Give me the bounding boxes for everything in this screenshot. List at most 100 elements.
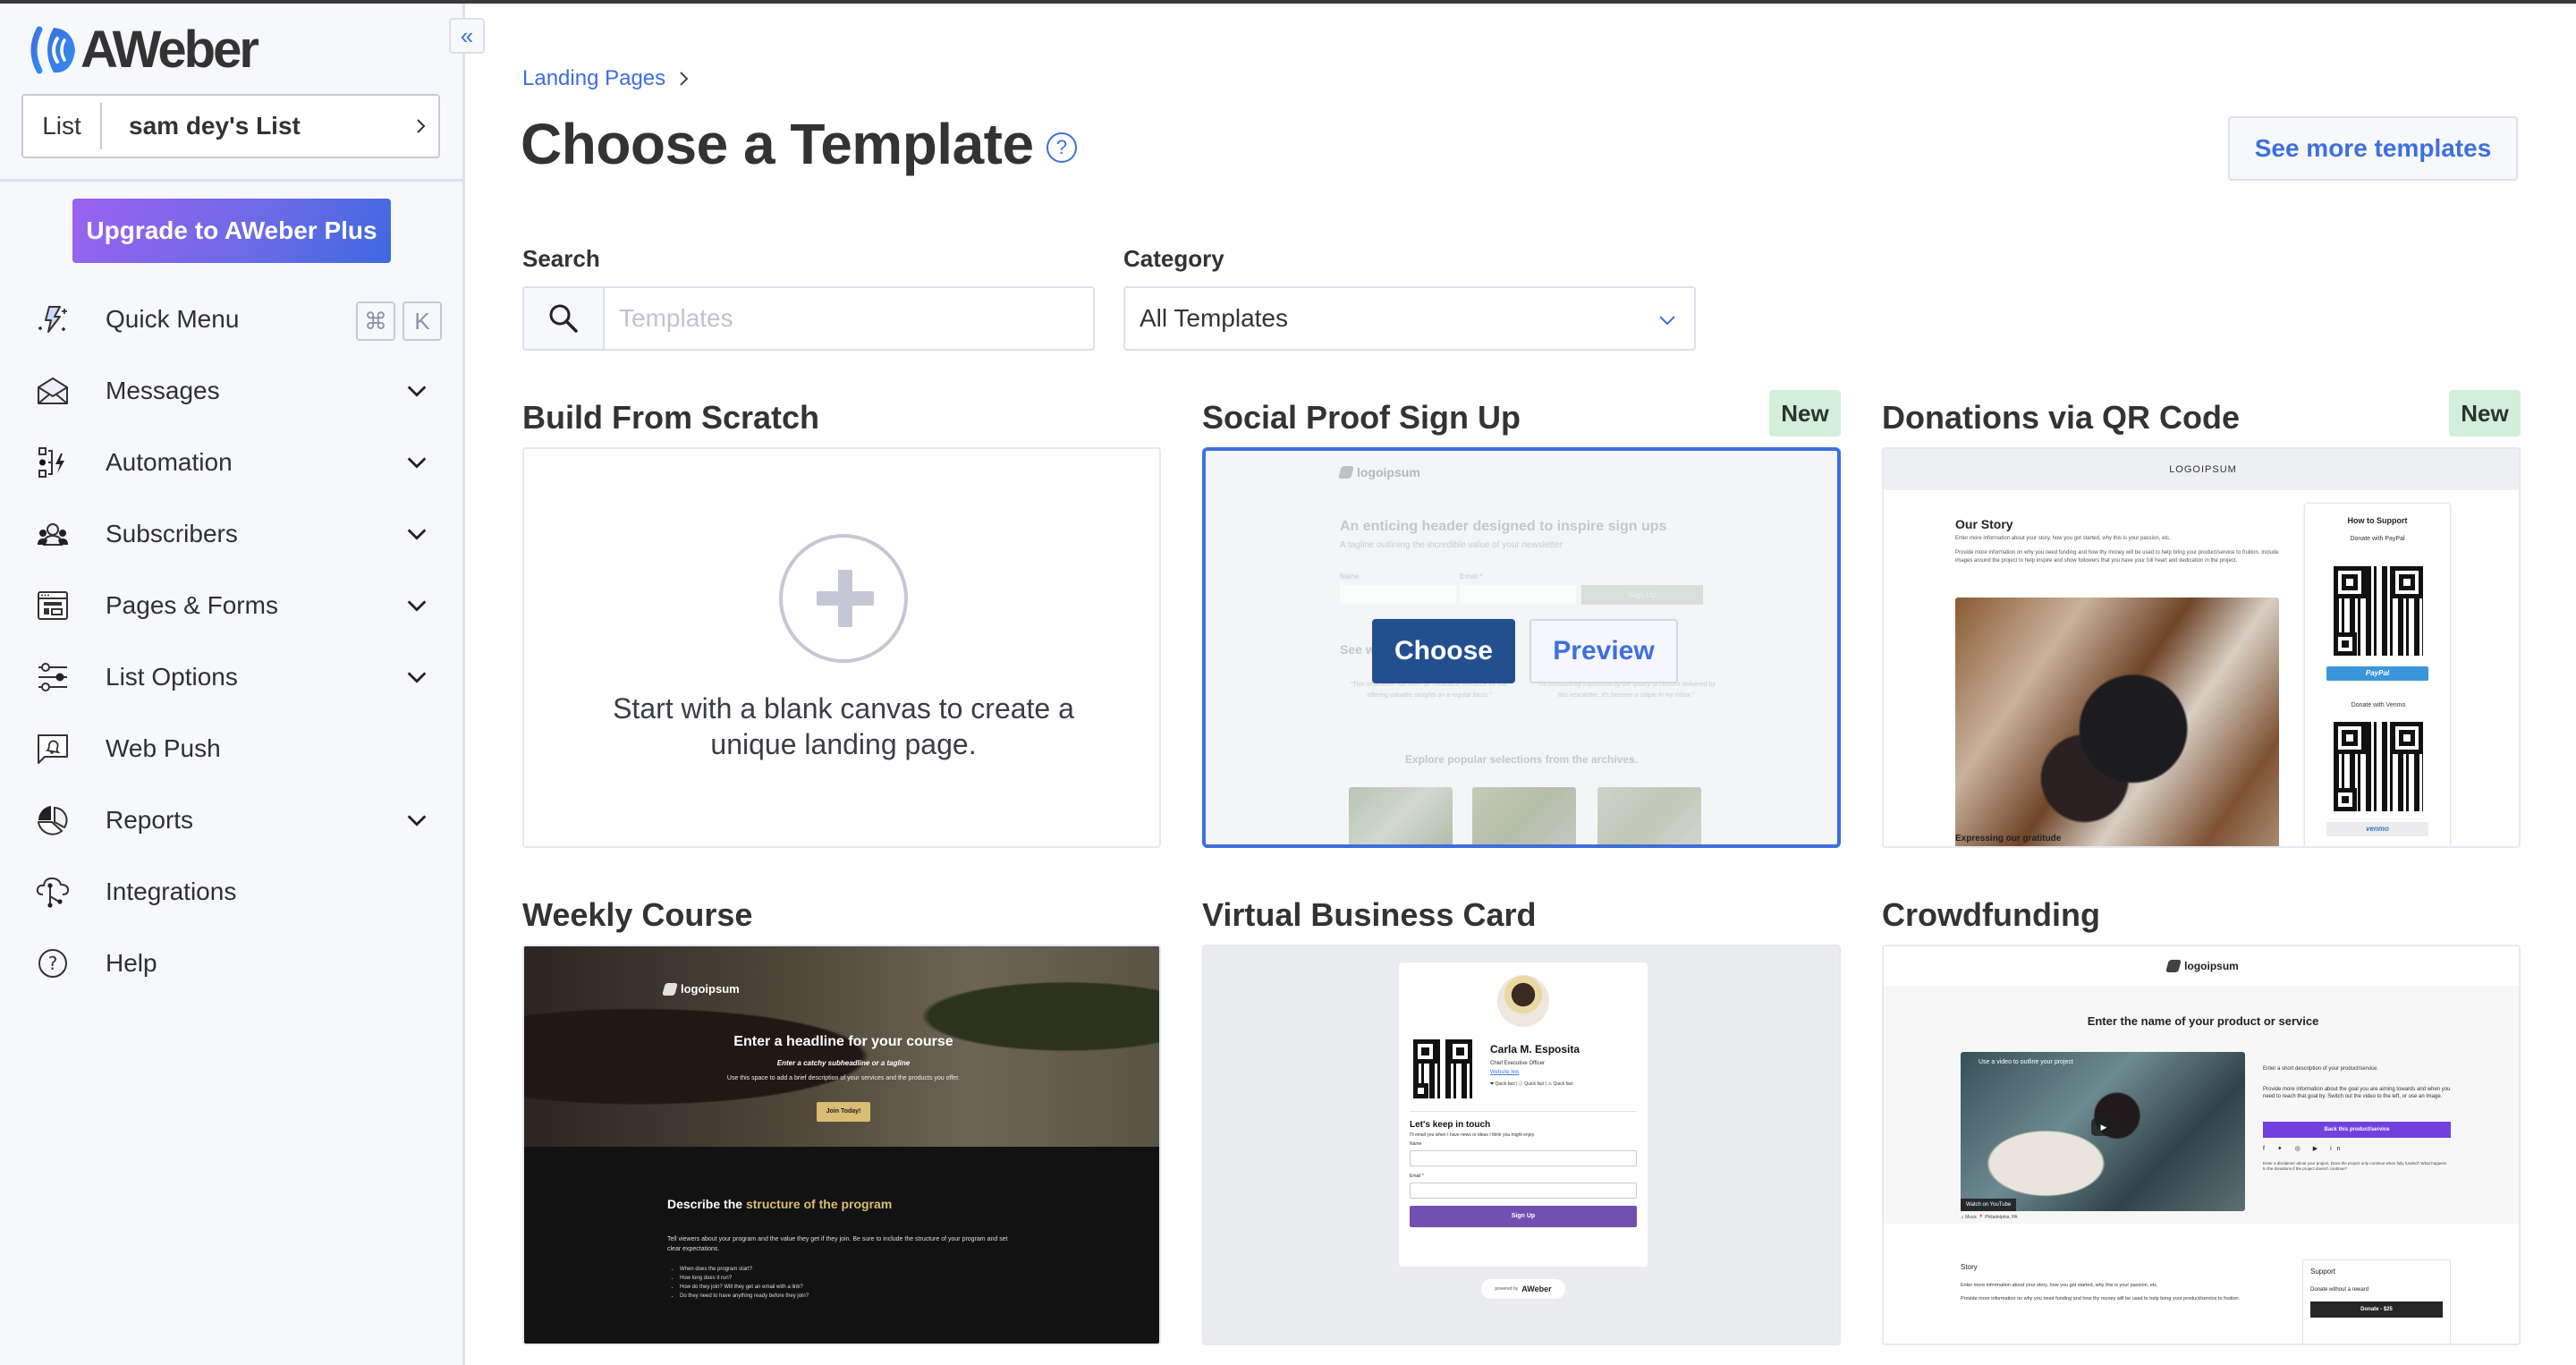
- see-more-templates-button[interactable]: See more templates: [2228, 116, 2518, 181]
- sidebar-item-subscribers[interactable]: Subscribers: [0, 498, 462, 570]
- template-thumbnail[interactable]: logoipsum An enticing header designed to…: [1202, 447, 1841, 848]
- preview-text: Enter more information about your story,…: [1955, 536, 2171, 541]
- play-icon: ▶: [2091, 1118, 2116, 1136]
- preview-photo: [1597, 787, 1701, 844]
- shortcut-cmd-key: ⌘: [356, 301, 395, 341]
- preview-button[interactable]: Preview: [1530, 619, 1678, 683]
- cloud-network-icon: [36, 875, 70, 909]
- help-icon[interactable]: ?: [1046, 132, 1077, 163]
- preview-text: Provide more information on why you need…: [1961, 1296, 2241, 1301]
- list-selector-label: List: [23, 103, 102, 149]
- sidebar-item-label: Web Push: [106, 734, 221, 762]
- automation-icon: [36, 445, 70, 479]
- template-title: Build From Scratch: [522, 399, 820, 436]
- preview-subheadline: Enter a catchy subheadline or a tagline: [776, 1059, 911, 1067]
- list-selector[interactable]: List sam dey's List: [21, 94, 440, 158]
- template-description: Start with a blank canvas to create a un…: [613, 692, 1074, 760]
- pie-chart-icon: [36, 803, 70, 837]
- preview-gratitude: Expressing our gratitude: [1955, 834, 2062, 844]
- sliders-icon: [36, 660, 70, 694]
- collapse-sidebar-button[interactable]: «: [449, 18, 485, 54]
- people-icon: [36, 517, 70, 551]
- template-thumbnail[interactable]: Carla M. Esposita Chief Executive Office…: [1202, 945, 1841, 1345]
- sidebar-divider: [0, 179, 462, 182]
- preview-photo: [1349, 787, 1453, 844]
- new-badge: New: [1769, 390, 1841, 437]
- preview-long-desc: Provide more information about the goal …: [2263, 1087, 2451, 1099]
- sidebar-item-pages-forms[interactable]: Pages & Forms: [0, 570, 462, 641]
- sidebar-menu: Quick Menu ⌘ K Messages Automation Subsc…: [0, 284, 462, 999]
- preview-email-input: [1460, 585, 1576, 605]
- preview-email-input: [1410, 1183, 1637, 1199]
- sidebar-item-web-push[interactable]: Web Push: [0, 713, 462, 784]
- template-thumbnail[interactable]: logoipsum Enter the name of your product…: [1882, 945, 2521, 1345]
- preview-archives: Explore popular selections from the arch…: [1404, 753, 1639, 766]
- preview-facts: ❤ Quick fact | ⓘ Quick fact | ⚠ Quick fa…: [1490, 1081, 1573, 1087]
- preview-section-title: Describe the structure of the program: [667, 1197, 893, 1211]
- list-selector-value: sam dey's List: [129, 112, 301, 140]
- sidebar-item-messages[interactable]: Messages: [0, 355, 462, 427]
- preview-logo: LOGOIPSUM: [1884, 449, 2519, 490]
- sidebar: AWeber List sam dey's List Upgrade to AW…: [0, 4, 465, 1365]
- chevron-down-icon: [1659, 316, 1675, 326]
- preview-back-button: Back this product/service: [2263, 1122, 2451, 1138]
- chevron-down-icon: [407, 815, 427, 827]
- preview-photo: [1955, 598, 2279, 846]
- preview-video: Use a video to outline your project ▶ Wa…: [1961, 1052, 2245, 1211]
- category-select[interactable]: All Templates: [1123, 286, 1696, 351]
- svg-text:?: ?: [48, 953, 58, 974]
- preview-venmo-button: venmo: [2326, 822, 2428, 836]
- preview-support-panel: How to Support Donate with PayPal PayPal…: [2304, 503, 2451, 846]
- chevron-down-icon: [407, 672, 427, 683]
- chevron-down-icon: [407, 457, 427, 469]
- question-circle-icon: ?: [36, 946, 70, 980]
- sidebar-item-quick-menu[interactable]: Quick Menu ⌘ K: [0, 284, 462, 355]
- template-thumbnail[interactable]: logoipsum Enter a headline for your cour…: [522, 945, 1161, 1345]
- sidebar-item-list-options[interactable]: List Options: [0, 641, 462, 713]
- search-label: Search: [522, 245, 600, 272]
- upgrade-button[interactable]: Upgrade to AWeber Plus: [72, 199, 391, 263]
- search-input[interactable]: [605, 288, 1093, 349]
- breadcrumb-chevron-icon: [680, 72, 689, 86]
- preview-powered-by: powered by AWeber: [1481, 1279, 1565, 1299]
- template-title: Virtual Business Card: [1202, 896, 1537, 933]
- preview-story: Story: [1961, 1263, 1978, 1271]
- new-badge: New: [2449, 390, 2521, 437]
- preview-link: Website link: [1490, 1070, 1520, 1075]
- double-chevron-left-icon: «: [460, 21, 474, 49]
- preview-paypal-button: PayPal: [2326, 666, 2428, 681]
- sidebar-item-reports[interactable]: Reports: [0, 784, 462, 856]
- sidebar-item-integrations[interactable]: Integrations: [0, 856, 462, 928]
- aweber-logo[interactable]: AWeber: [27, 21, 259, 79]
- template-title: Crowdfunding: [1882, 896, 2100, 933]
- sidebar-item-help[interactable]: ? Help: [0, 928, 462, 999]
- chevron-down-icon: [407, 600, 427, 612]
- page-title: Choose a Template: [521, 112, 1034, 176]
- chevron-right-icon: [417, 119, 426, 133]
- preview-subtext: I'll email you when I have news or ideas…: [1410, 1132, 1536, 1138]
- breadcrumb: Landing Pages: [522, 66, 691, 91]
- choose-button[interactable]: Choose: [1372, 619, 1515, 683]
- preview-tagline: A tagline outlining the incredible value…: [1340, 540, 1563, 550]
- template-thumbnail[interactable]: Start with a blank canvas to create a un…: [522, 447, 1161, 848]
- preview-headline: Enter the name of your product or servic…: [2087, 1014, 2319, 1028]
- lightning-sparkle-icon: [36, 302, 70, 336]
- preview-name-input: [1340, 585, 1456, 605]
- preview-disclaimer: Enter a disclaimer about your project. D…: [2263, 1161, 2447, 1171]
- template-thumbnail[interactable]: LOGOIPSUM Our Story Enter more informati…: [1882, 447, 2521, 848]
- preview-name: Carla M. Esposita: [1490, 1043, 1580, 1056]
- sidebar-item-automation[interactable]: Automation: [0, 427, 462, 498]
- chevron-down-icon: [407, 386, 427, 397]
- main-content: Landing Pages Choose a Template ? See mo…: [465, 4, 2576, 1365]
- preview-text: Provide more information on why you need…: [1955, 550, 2279, 564]
- preview-headline: An enticing header designed to inspire s…: [1340, 519, 1667, 534]
- template-title: Social Proof Sign Up: [1202, 399, 1521, 436]
- preview-story-title: Our Story: [1955, 517, 2013, 531]
- template-title: Donations via QR Code: [1882, 399, 2241, 436]
- preview-logo: logoipsum: [662, 982, 740, 996]
- plus-circle-icon: [779, 534, 908, 663]
- bell-message-icon: [36, 732, 70, 766]
- preview-signup-button: Sign Up: [1410, 1206, 1637, 1227]
- brand-name: AWeber: [80, 21, 259, 79]
- breadcrumb-landing-pages[interactable]: Landing Pages: [522, 66, 665, 91]
